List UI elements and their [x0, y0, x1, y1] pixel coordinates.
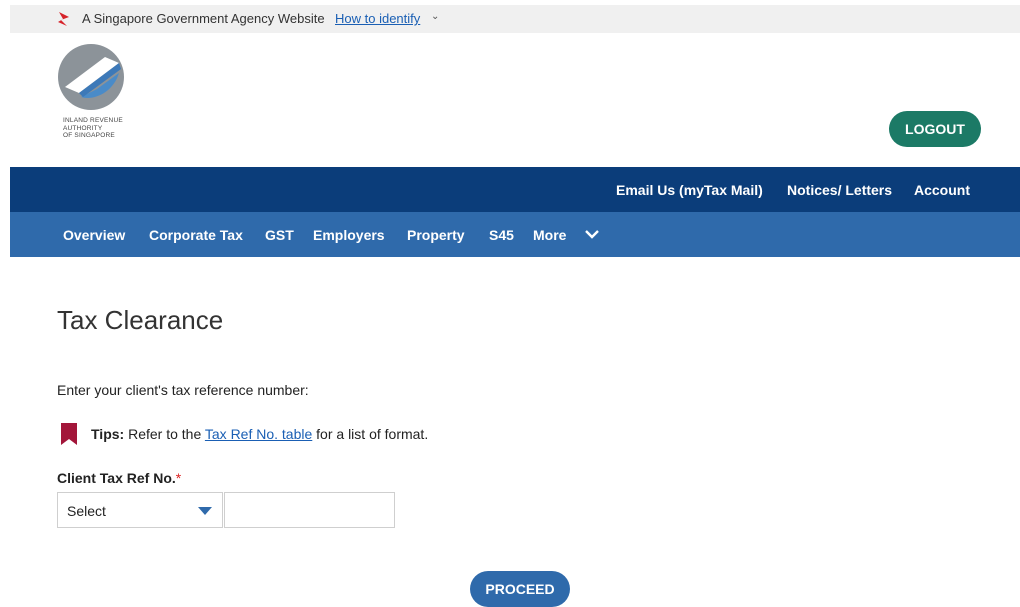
how-to-identify-link[interactable]: How to identify: [335, 11, 420, 26]
select-value: Select: [67, 503, 106, 519]
chevron-down-icon[interactable]: ⌄: [431, 11, 439, 22]
tab-property[interactable]: Property: [407, 227, 465, 243]
tab-gst[interactable]: GST: [265, 227, 294, 243]
singapore-lion-icon: [58, 12, 69, 26]
nav-email-us[interactable]: Email Us (myTax Mail): [616, 182, 763, 198]
tax-ref-input[interactable]: [224, 492, 395, 528]
page-title: Tax Clearance: [57, 305, 224, 335]
logout-button[interactable]: LOGOUT: [889, 111, 981, 147]
nav-account[interactable]: Account: [914, 182, 970, 198]
tips-text: Tips: Refer to the Tax Ref No. table for…: [91, 426, 429, 442]
proceed-button[interactable]: PROCEED: [470, 571, 570, 607]
tab-employers[interactable]: Employers: [313, 227, 385, 243]
bookmark-icon: [61, 423, 77, 445]
agency-name: INLAND REVENUE AUTHORITY OF SINGAPORE: [63, 117, 123, 139]
dropdown-triangle-icon: [198, 507, 212, 515]
ref-type-select[interactable]: Select: [57, 492, 223, 528]
client-tax-ref-label: Client Tax Ref No.*: [57, 470, 182, 486]
gov-banner-text: A Singapore Government Agency Website: [82, 11, 325, 26]
main-nav: Overview Corporate Tax GST Employers Pro…: [10, 212, 1020, 257]
tab-more[interactable]: More: [533, 227, 566, 243]
tab-corporate-tax[interactable]: Corporate Tax: [149, 227, 243, 243]
iras-logo: [58, 44, 124, 110]
nav-notices-letters[interactable]: Notices/ Letters: [787, 182, 892, 198]
tab-overview[interactable]: Overview: [63, 227, 125, 243]
tax-ref-table-link[interactable]: Tax Ref No. table: [205, 426, 312, 442]
required-mark: *: [175, 470, 182, 486]
tips-label: Tips:: [91, 426, 125, 442]
instruction-text: Enter your client's tax reference number…: [57, 382, 309, 398]
gov-banner: A Singapore Government Agency Website Ho…: [10, 5, 1020, 33]
top-nav: Email Us (myTax Mail) Notices/ Letters A…: [10, 167, 1020, 212]
tab-s45[interactable]: S45: [489, 227, 514, 243]
chevron-down-icon[interactable]: [585, 229, 599, 239]
